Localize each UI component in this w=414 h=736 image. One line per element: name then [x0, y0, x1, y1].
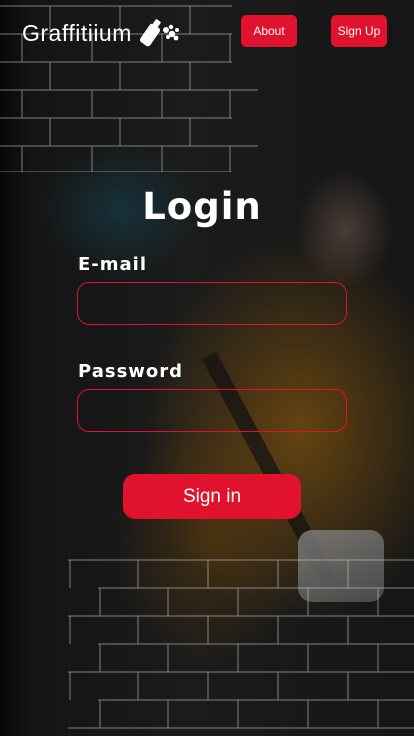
about-button[interactable]: About [241, 15, 297, 47]
email-field[interactable] [77, 282, 347, 325]
dice-charm [298, 530, 384, 602]
sign-up-button[interactable]: Sign Up [331, 15, 387, 47]
login-screen: Graffitiium About Sign Up Login E-mail P… [0, 0, 414, 736]
password-field[interactable] [77, 389, 347, 432]
page-title: Login [142, 185, 262, 228]
sign-in-button[interactable]: Sign in [123, 474, 301, 519]
email-label: E-mail [78, 254, 148, 275]
logo-text: Graffitiium [22, 19, 132, 46]
logo[interactable]: Graffitiium [22, 18, 182, 48]
password-label: Password [78, 361, 184, 382]
spray-can-icon [138, 18, 182, 48]
wall-shadow [0, 0, 30, 736]
